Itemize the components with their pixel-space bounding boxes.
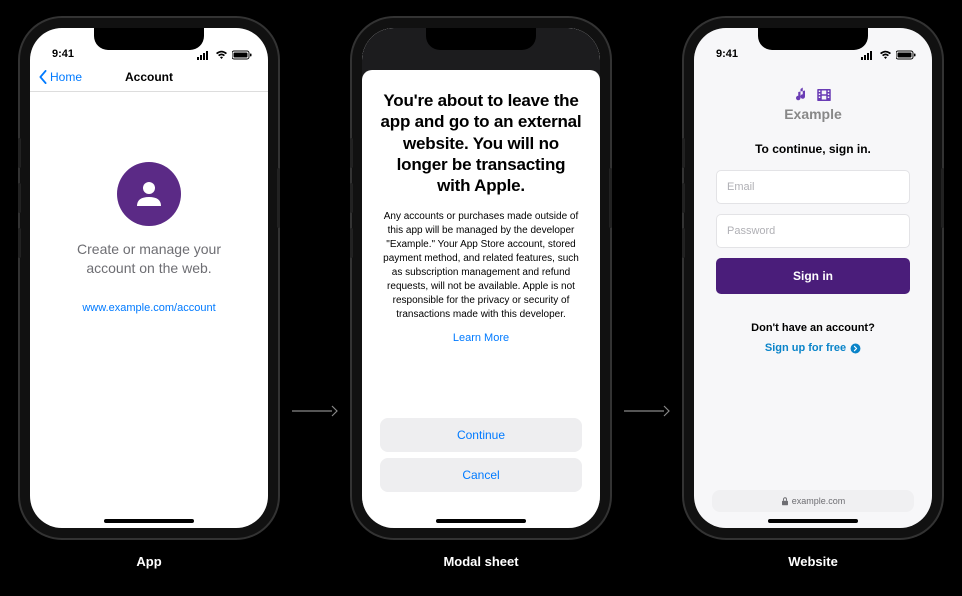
caption-website: Website: [788, 554, 838, 569]
modal-body: Any accounts or purchases made outside o…: [380, 210, 582, 322]
signal-icon: [197, 50, 211, 60]
phone-website: 9:41 Example To continue, sign in. Email: [684, 18, 942, 538]
wifi-icon: [215, 50, 228, 60]
lock-icon: [781, 497, 789, 506]
nav-bar: Home Account: [30, 62, 268, 92]
home-indicator[interactable]: [768, 519, 858, 523]
notch: [426, 28, 536, 50]
notch: [758, 28, 868, 50]
signup-link[interactable]: Sign up for free: [765, 342, 861, 354]
phone-modal: 9:41 You're about to leave the app and g…: [352, 18, 610, 538]
account-link[interactable]: www.example.com/account: [60, 302, 238, 314]
arrow-icon: [624, 404, 670, 423]
wifi-icon: [879, 50, 892, 60]
modal-sheet: You're about to leave the app and go to …: [362, 70, 600, 528]
chevron-left-icon: [38, 70, 48, 84]
film-icon: [815, 86, 833, 104]
avatar-icon: [117, 162, 181, 226]
signal-icon: [861, 50, 875, 60]
music-note-icon: [793, 86, 811, 104]
learn-more-link[interactable]: Learn More: [380, 332, 582, 344]
back-label: Home: [50, 70, 82, 84]
url-bar[interactable]: example.com: [712, 490, 914, 512]
status-time: 9:41: [52, 48, 74, 60]
caption-app: App: [136, 554, 161, 569]
home-indicator[interactable]: [104, 519, 194, 523]
email-placeholder: Email: [727, 181, 755, 193]
battery-icon: [232, 50, 252, 60]
status-time: 9:41: [716, 48, 738, 60]
home-indicator[interactable]: [436, 519, 526, 523]
brand-logo: [716, 86, 910, 104]
brand-name: Example: [716, 106, 910, 122]
account-message: Create or manage your account on the web…: [60, 240, 238, 278]
battery-icon: [896, 50, 916, 60]
password-field[interactable]: Password: [716, 214, 910, 248]
password-placeholder: Password: [727, 225, 775, 237]
back-button[interactable]: Home: [38, 70, 82, 84]
continue-button[interactable]: Continue: [380, 418, 582, 452]
caption-modal: Modal sheet: [443, 554, 518, 569]
phone-app: 9:41 Home Account: [20, 18, 278, 538]
no-account-text: Don't have an account?: [716, 322, 910, 334]
url-text: example.com: [792, 496, 846, 506]
arrow-icon: [292, 404, 338, 423]
cancel-button[interactable]: Cancel: [380, 458, 582, 492]
email-field[interactable]: Email: [716, 170, 910, 204]
signup-label: Sign up for free: [765, 342, 846, 354]
modal-heading: You're about to leave the app and go to …: [380, 90, 582, 196]
notch: [94, 28, 204, 50]
arrow-right-circle-icon: [850, 343, 861, 354]
signin-prompt: To continue, sign in.: [716, 142, 910, 156]
signin-button[interactable]: Sign in: [716, 258, 910, 294]
